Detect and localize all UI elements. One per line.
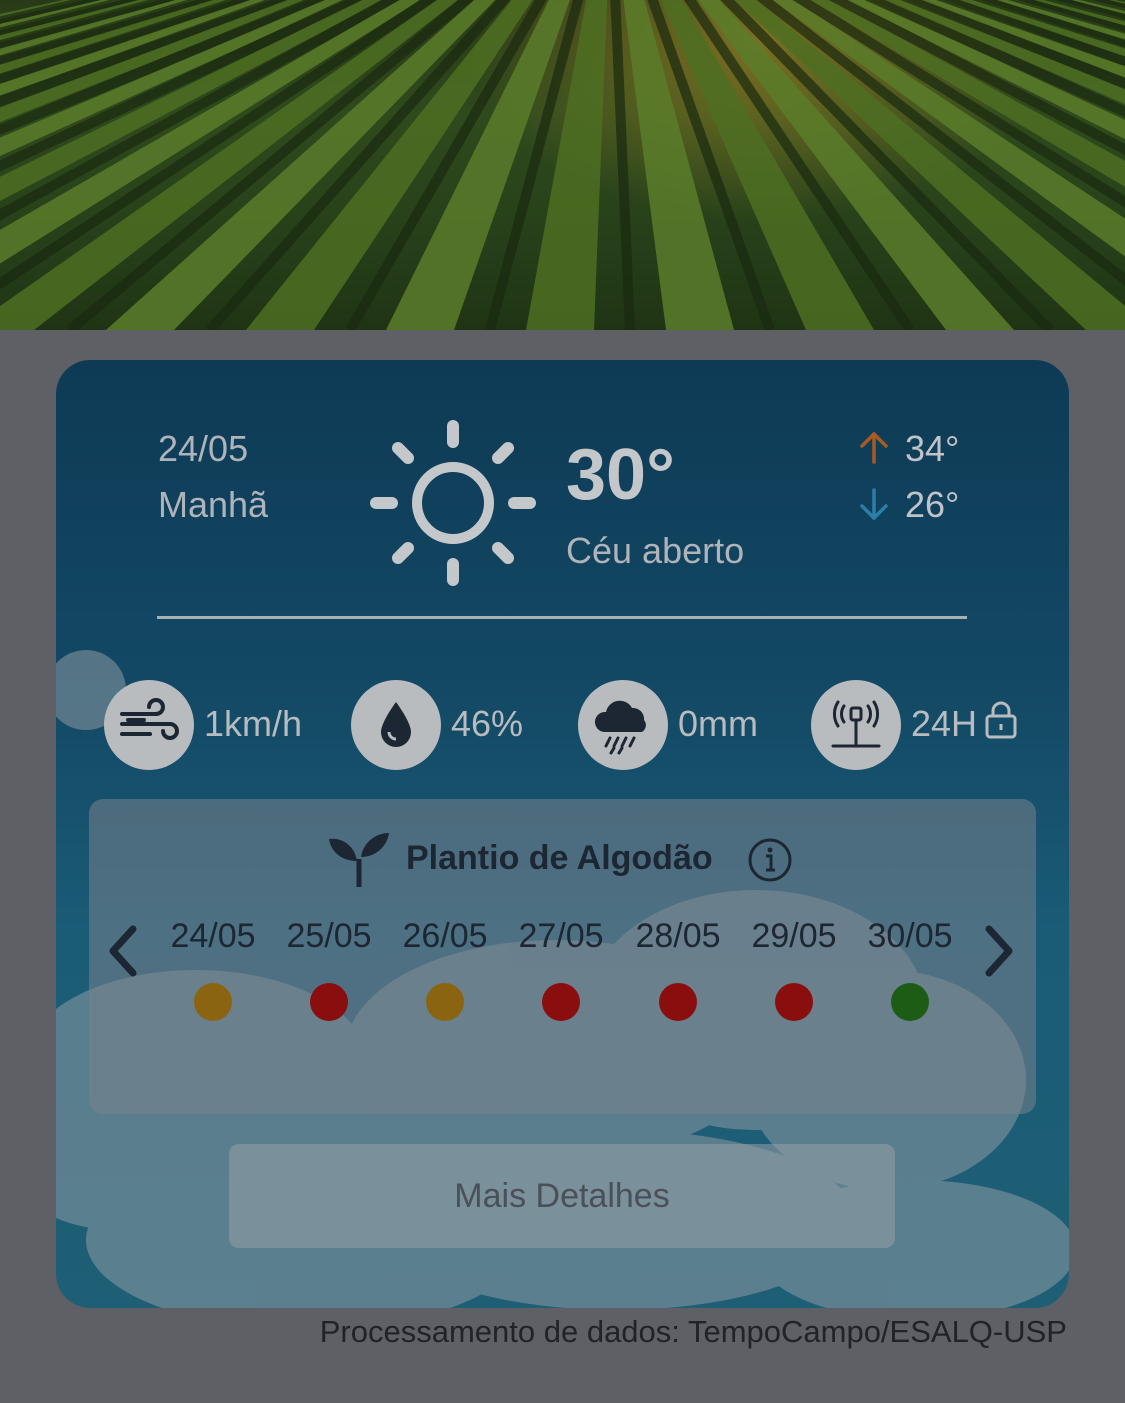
forecast-period: Manhã: [158, 484, 269, 525]
info-icon[interactable]: [747, 837, 793, 883]
lock-icon[interactable]: [983, 700, 1019, 740]
max-temperature: 34°: [905, 428, 960, 469]
planting-panel: Plantio de Algodão 24/05 25/05 26/05 27/…: [89, 799, 1036, 1114]
arrow-up-icon: [860, 432, 888, 464]
day-label: 29/05: [751, 917, 837, 955]
day-status-dot: [426, 983, 464, 1021]
data-source-credit: Processamento de dados: TempoCampo/ESALQ…: [319, 1314, 1067, 1349]
crop-field-photo: [0, 0, 1125, 330]
day-status-dot: [194, 983, 232, 1021]
rain-cloud-icon: [594, 700, 646, 755]
day-status-dot: [659, 983, 697, 1021]
divider: [157, 616, 967, 619]
min-temperature: 26°: [905, 484, 960, 525]
forecast-date: 24/05: [158, 428, 249, 469]
planting-title: Plantio de Algodão: [406, 839, 713, 877]
weather-condition: Céu aberto: [566, 530, 745, 571]
hero-crop-image: [0, 0, 1125, 330]
humidity-badge: [351, 680, 441, 770]
more-details-button[interactable]: Mais Detalhes: [229, 1144, 895, 1248]
humidity-value: 46%: [451, 703, 524, 744]
day-label: 25/05: [286, 917, 372, 955]
station-interval: 24H: [911, 703, 978, 744]
rain-badge: [578, 680, 668, 770]
day-status-dot: [891, 983, 929, 1021]
chevron-right-icon[interactable]: [979, 923, 1019, 979]
day-status-dot: [775, 983, 813, 1021]
arrow-down-icon: [860, 488, 888, 520]
day-label: 28/05: [635, 917, 721, 955]
sun-icon: [370, 420, 536, 586]
sprout-icon: [329, 833, 389, 887]
day-label: 24/05: [170, 917, 256, 955]
day-label: 30/05: [867, 917, 953, 955]
day-label: 27/05: [518, 917, 604, 955]
day-label: 26/05: [402, 917, 488, 955]
day-status-dot: [310, 983, 348, 1021]
chevron-left-icon[interactable]: [103, 923, 143, 979]
current-temperature: 30°: [566, 435, 675, 515]
wind-badge: [104, 680, 194, 770]
antenna-icon: [831, 700, 881, 748]
station-badge: [811, 680, 901, 770]
drop-icon: [381, 702, 411, 747]
rain-value: 0mm: [678, 703, 758, 744]
day-status-dot: [542, 983, 580, 1021]
wind-icon: [120, 698, 179, 740]
weather-card: 24/05 Manhã 30° Céu aberto 34° 26° 1km/h…: [56, 360, 1069, 1308]
wind-speed: 1km/h: [204, 703, 303, 744]
